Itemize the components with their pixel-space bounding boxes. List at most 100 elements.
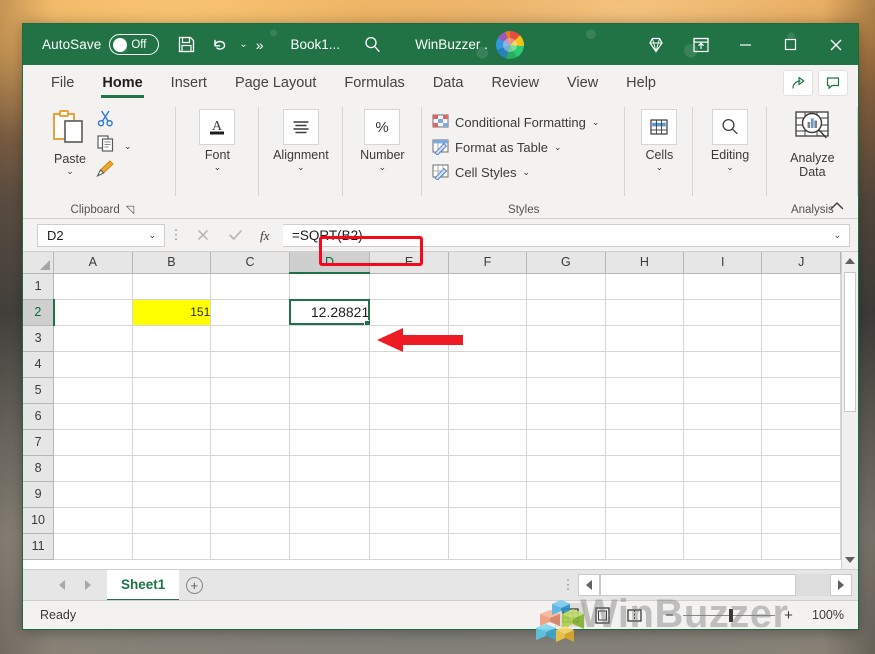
quick-access-more-icon[interactable]: »	[250, 37, 269, 53]
cell-d4[interactable]	[289, 351, 371, 378]
cell-h8[interactable]	[605, 455, 685, 482]
cell-g3[interactable]	[526, 325, 606, 352]
alignment-button[interactable]: Alignment ⌄	[268, 107, 334, 175]
zoom-level[interactable]: 100%	[802, 608, 844, 622]
cell-c11[interactable]	[210, 533, 290, 560]
number-dropdown-caret[interactable]: ⌄	[379, 162, 387, 173]
horizontal-scrollbar[interactable]	[578, 574, 852, 596]
zoom-slider[interactable]	[683, 608, 775, 622]
cell-h7[interactable]	[605, 429, 685, 456]
number-button[interactable]: % Number ⌄	[355, 107, 409, 175]
cell-c7[interactable]	[210, 429, 290, 456]
alignment-dropdown-caret[interactable]: ⌄	[297, 162, 305, 173]
row-header-4[interactable]: 4	[23, 351, 55, 378]
cell-j3[interactable]	[761, 325, 841, 352]
cell-d8[interactable]	[289, 455, 371, 482]
cell-a11[interactable]	[53, 533, 133, 560]
cell-j5[interactable]	[761, 377, 841, 404]
tab-review[interactable]: Review	[477, 65, 553, 101]
cell-a9[interactable]	[53, 481, 133, 508]
cell-j11[interactable]	[761, 533, 841, 560]
cell-d6[interactable]	[289, 403, 371, 430]
cell-d5[interactable]	[289, 377, 371, 404]
format-painter-icon[interactable]	[96, 159, 120, 183]
cell-e2[interactable]	[369, 299, 449, 326]
cell-g10[interactable]	[526, 507, 606, 534]
name-box[interactable]: D2 ⌄	[37, 223, 165, 247]
page-layout-view-icon[interactable]	[587, 603, 617, 627]
scroll-down-button[interactable]	[842, 551, 858, 569]
tab-insert[interactable]: Insert	[157, 65, 221, 101]
column-header-b[interactable]: B	[132, 252, 212, 274]
cell-g8[interactable]	[526, 455, 606, 482]
formula-bar-options-dots[interactable]: ⋮	[165, 228, 187, 241]
row-header-5[interactable]: 5	[23, 377, 55, 404]
autosave-toggle[interactable]: Off	[109, 34, 160, 55]
cell-b10[interactable]	[132, 507, 212, 534]
cell-e6[interactable]	[369, 403, 449, 430]
tab-file[interactable]: File	[37, 65, 88, 101]
cell-d2[interactable]: 12.28821	[289, 299, 371, 326]
comments-icon[interactable]	[818, 70, 848, 96]
maximize-button[interactable]	[768, 24, 813, 65]
cell-e4[interactable]	[369, 351, 449, 378]
cell-f10[interactable]	[448, 507, 528, 534]
sheet-bar-options-dots[interactable]: ⋮	[558, 578, 578, 591]
cell-j4[interactable]	[761, 351, 841, 378]
row-header-11[interactable]: 11	[23, 533, 55, 560]
account-name[interactable]: WinBuzzer .	[415, 37, 488, 52]
cell-i10[interactable]	[683, 507, 763, 534]
cell-e9[interactable]	[369, 481, 449, 508]
cell-a3[interactable]	[53, 325, 133, 352]
clipboard-dialog-launcher-icon[interactable]: ◹	[126, 203, 134, 216]
tab-data[interactable]: Data	[419, 65, 478, 101]
tab-formulas[interactable]: Formulas	[330, 65, 418, 101]
cell-b7[interactable]	[132, 429, 212, 456]
column-header-a[interactable]: A	[53, 252, 133, 274]
cell-j9[interactable]	[761, 481, 841, 508]
cell-f11[interactable]	[448, 533, 528, 560]
collapse-ribbon-chevron-icon[interactable]	[824, 197, 850, 216]
cell-c10[interactable]	[210, 507, 290, 534]
vertical-scroll-thumb[interactable]	[844, 272, 856, 412]
cell-f1[interactable]	[448, 273, 528, 300]
zoom-slider-thumb[interactable]	[729, 608, 733, 622]
analyze-data-button[interactable]: Analyze Data	[776, 107, 849, 181]
cell-g5[interactable]	[526, 377, 606, 404]
add-sheet-plus-icon[interactable]: +	[179, 570, 209, 601]
cell-d11[interactable]	[289, 533, 371, 560]
cell-c6[interactable]	[210, 403, 290, 430]
cell-a10[interactable]	[53, 507, 133, 534]
cell-a5[interactable]	[53, 377, 133, 404]
cell-c5[interactable]	[210, 377, 290, 404]
paste-dropdown-caret[interactable]: ⌄	[66, 166, 74, 177]
column-header-e[interactable]: E	[369, 252, 449, 274]
zoom-out-button[interactable]: −	[663, 607, 676, 624]
cell-c8[interactable]	[210, 455, 290, 482]
cell-d3[interactable]	[289, 325, 371, 352]
conditional-formatting-button[interactable]: Conditional Formatting ⌄	[432, 110, 599, 135]
cell-styles-button[interactable]: Cell Styles ⌄	[432, 160, 530, 185]
cell-i11[interactable]	[683, 533, 763, 560]
cell-h9[interactable]	[605, 481, 685, 508]
cell-i9[interactable]	[683, 481, 763, 508]
cell-i2[interactable]	[683, 299, 763, 326]
cell-d10[interactable]	[289, 507, 371, 534]
cell-i3[interactable]	[683, 325, 763, 352]
enter-check-icon[interactable]	[219, 223, 251, 247]
row-header-8[interactable]: 8	[23, 455, 55, 482]
sheet-tab-sheet1[interactable]: Sheet1	[107, 569, 180, 600]
diamond-icon[interactable]	[633, 24, 678, 65]
cells-dropdown-caret[interactable]: ⌄	[656, 162, 664, 173]
cell-h2[interactable]	[605, 299, 685, 326]
column-header-j[interactable]: J	[761, 252, 841, 274]
cell-a7[interactable]	[53, 429, 133, 456]
column-header-i[interactable]: I	[683, 252, 763, 274]
select-all-corner[interactable]	[23, 252, 55, 274]
cell-e3[interactable]	[369, 325, 449, 352]
next-sheet-arrow-icon[interactable]	[75, 572, 101, 598]
cell-j7[interactable]	[761, 429, 841, 456]
editing-dropdown-caret[interactable]: ⌄	[726, 162, 734, 173]
row-header-3[interactable]: 3	[23, 325, 55, 352]
cell-h4[interactable]	[605, 351, 685, 378]
